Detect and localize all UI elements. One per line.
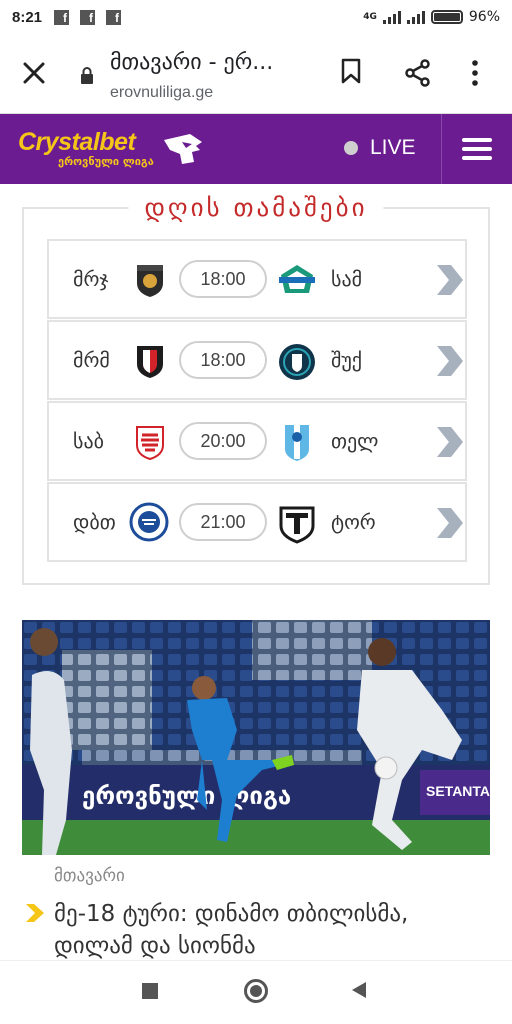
url-host[interactable]: erovnuliliga.ge — [110, 84, 213, 102]
status-time: 8:21 — [12, 8, 43, 26]
chevron-right-icon[interactable] — [433, 344, 465, 378]
chevron-right-icon[interactable] — [433, 506, 465, 540]
away-team: სამ — [331, 267, 363, 291]
system-navigation-bar — [0, 960, 512, 1024]
bookmark-icon[interactable] — [340, 58, 362, 84]
away-team: ტორ — [331, 510, 376, 534]
team-crest-icon — [279, 265, 315, 293]
back-icon[interactable] — [350, 980, 368, 1000]
hamburger-icon — [462, 133, 492, 165]
page-title[interactable]: მთავარი - ერ... — [110, 50, 273, 75]
team-crest-icon — [137, 265, 163, 297]
battery-percent: 96% — [468, 9, 500, 25]
facebook-notification-icon: f — [54, 9, 70, 25]
home-team: საბ — [73, 429, 104, 453]
team-crest-icon — [279, 344, 315, 380]
news-image[interactable]: ეროვნული ლიგა SETANTA SPORTS — [22, 620, 490, 855]
recent-apps-icon[interactable] — [142, 983, 158, 999]
sponsor-text: SETANTA SPORTS — [426, 783, 490, 799]
chevron-right-bullet-icon — [26, 904, 44, 922]
match-row[interactable]: მრმ 18:00 შუქ — [47, 320, 467, 400]
facebook-notification-icon: f — [80, 9, 96, 25]
more-options-icon[interactable] — [470, 59, 480, 87]
news-headline[interactable]: მე-18 ტური: დინამო თბილისმა, დილამ და სი… — [54, 898, 494, 962]
lock-icon — [81, 67, 93, 84]
status-bar: 8:21 f f f 4G 96% — [0, 0, 512, 34]
live-label: LIVE — [370, 136, 416, 159]
chevron-right-icon[interactable] — [433, 263, 465, 297]
home-team: მრმ — [73, 348, 110, 372]
home-team: მრჯ — [73, 267, 109, 291]
match-time: 20:00 — [179, 422, 267, 460]
home-team: დბთ — [73, 510, 116, 534]
close-icon[interactable] — [20, 59, 48, 87]
match-row[interactable]: საბ 20:00 თელ — [47, 401, 467, 481]
match-time: 18:00 — [179, 260, 267, 298]
match-time: 21:00 — [179, 503, 267, 541]
match-time: 18:00 — [179, 341, 267, 379]
team-crest-icon — [285, 425, 309, 461]
share-icon[interactable] — [404, 59, 432, 87]
football-photo: ეროვნული ლიგა SETANTA SPORTS — [22, 620, 490, 855]
match-row[interactable]: მრჯ 18:00 სამ — [47, 239, 467, 319]
menu-button[interactable] — [441, 114, 512, 184]
away-team: შუქ — [331, 348, 363, 372]
signal-icon — [382, 10, 401, 24]
site-logo[interactable]: Crystalbet ეროვნული ლიგა — [18, 128, 154, 168]
home-icon[interactable] — [244, 979, 268, 1003]
games-title: დღის თამაშები — [128, 193, 384, 222]
match-row[interactable]: დბთ 21:00 ტორ — [47, 482, 467, 562]
chevron-right-icon[interactable] — [433, 425, 465, 459]
team-crest-icon — [129, 502, 169, 542]
team-crest-icon — [279, 506, 315, 544]
browser-toolbar: მთავარი - ერ... erovnuliliga.ge — [0, 34, 512, 114]
stadium-banner-text: ეროვნული ლიგა — [82, 782, 291, 810]
brand-name: Crystalbet — [18, 128, 136, 156]
away-team: თელ — [331, 429, 379, 453]
signal-icon — [406, 10, 425, 24]
logo-mascot-icon — [164, 134, 202, 164]
team-crest-icon — [137, 346, 163, 378]
brand-subtitle: ეროვნული ლიგა — [58, 155, 154, 168]
live-link[interactable]: LIVE — [344, 136, 416, 160]
games-panel: დღის თამაშები მრჯ 18:00 სამ მრმ 18:00 შუ… — [22, 193, 490, 585]
team-crest-icon — [136, 426, 164, 461]
battery-icon — [430, 10, 463, 24]
live-dot-icon — [344, 141, 358, 155]
facebook-notification-icon: f — [106, 9, 122, 25]
site-header: Crystalbet ეროვნული ლიგა LIVE — [0, 114, 512, 184]
news-category[interactable]: მთავარი — [54, 866, 125, 886]
network-type: 4G — [363, 12, 377, 22]
